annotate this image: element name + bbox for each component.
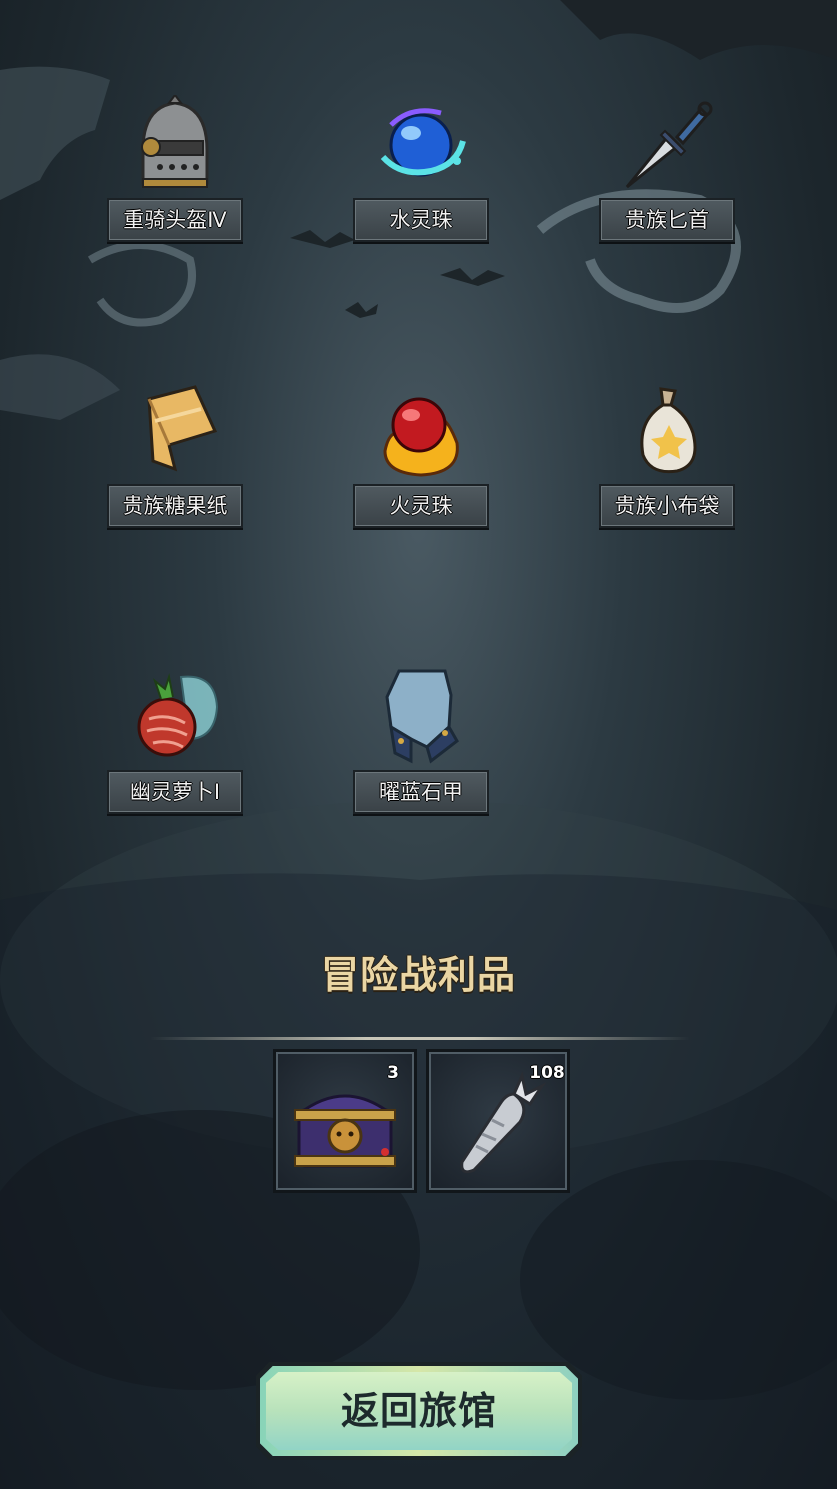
fire-orb-icon	[371, 381, 471, 481]
item-grid: 重骑头盔Ⅳ 水灵珠 贵族匕首 贵族糖果纸 火灵珠 贵族小布袋 幽灵萝卜Ⅰ 曜蓝石…	[0, 0, 837, 840]
count-value: 3	[387, 1063, 399, 1083]
item-label: 重骑头盔Ⅳ	[107, 198, 243, 242]
count-badge: 108	[525, 1055, 569, 1091]
item-label: 贵族小布袋	[599, 484, 735, 528]
item-label: 贵族糖果纸	[107, 484, 243, 528]
item-water-orb[interactable]: 水灵珠	[351, 95, 491, 255]
loot-title: 冒险战利品	[320, 953, 516, 997]
item-candy-wrapper[interactable]: 贵族糖果纸	[105, 381, 245, 541]
item-noble-dagger[interactable]: 贵族匕首	[597, 95, 737, 255]
item-label: 火灵珠	[353, 484, 489, 528]
item-label: 曜蓝石甲	[353, 770, 489, 814]
count-value: 108	[529, 1063, 565, 1083]
knight-helmet-icon	[125, 93, 225, 195]
return-button-label: 返回旅馆	[340, 1389, 497, 1433]
loot-slot-chest[interactable]: 3	[273, 1049, 417, 1193]
loot-divider	[150, 1037, 690, 1040]
candy-wrapper-icon	[125, 381, 225, 481]
blue-stone-armor-icon	[371, 667, 471, 767]
water-orb-icon	[371, 95, 471, 195]
item-blue-stone-armor[interactable]: 曜蓝石甲	[351, 667, 491, 827]
count-badge: 3	[375, 1055, 411, 1091]
return-to-inn-button[interactable]: 返回旅馆	[260, 1366, 578, 1456]
item-label: 水灵珠	[353, 198, 489, 242]
item-ghost-radish[interactable]: 幽灵萝卜Ⅰ	[105, 667, 245, 827]
item-label: 贵族匕首	[599, 198, 735, 242]
item-cloth-pouch[interactable]: 贵族小布袋	[597, 381, 737, 541]
item-fire-orb[interactable]: 火灵珠	[351, 381, 491, 541]
ghost-radish-icon	[125, 667, 225, 767]
loot-slot-carrot[interactable]: 108	[426, 1049, 570, 1193]
item-knight-helmet[interactable]: 重骑头盔Ⅳ	[105, 93, 245, 255]
item-label: 幽灵萝卜Ⅰ	[107, 770, 243, 814]
cloth-pouch-icon	[617, 381, 717, 481]
noble-dagger-icon	[617, 95, 717, 195]
